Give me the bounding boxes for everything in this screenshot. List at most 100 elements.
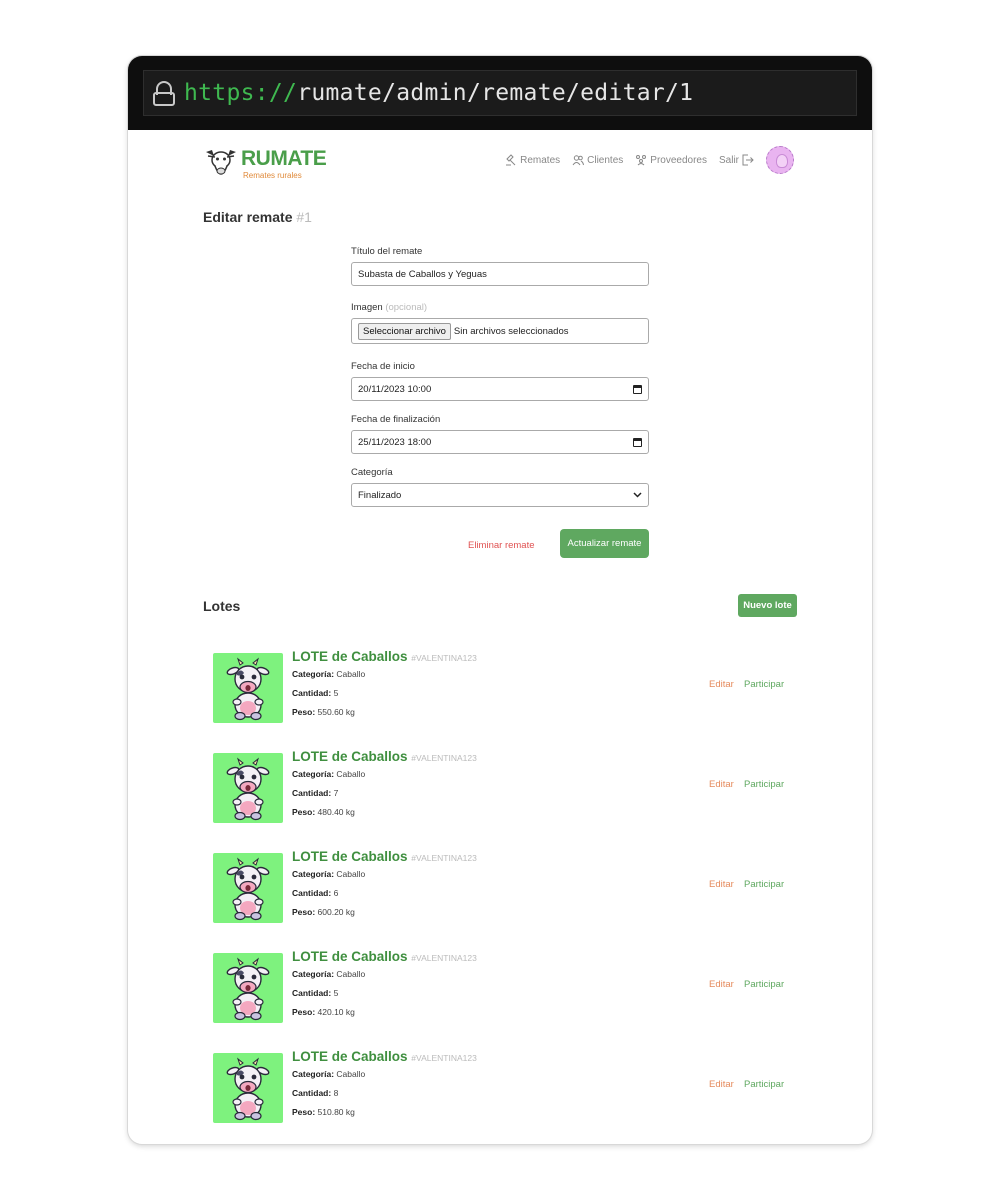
lot-code: #VALENTINA123 xyxy=(411,653,477,663)
lot-quantity: Cantidad: 5 xyxy=(292,988,338,998)
lot-quantity-value: 7 xyxy=(333,788,339,798)
lot-category: Categoría: Caballo xyxy=(292,769,365,779)
lot-title: LOTE de Caballos #VALENTINA123 xyxy=(292,949,477,964)
image-field-group: Imagen (opcional) Seleccionar archivo Si… xyxy=(351,302,649,344)
lot-quantity-value: 5 xyxy=(333,688,339,698)
start-date-field-group: Fecha de inicio 20/11/2023 10:00 xyxy=(351,361,649,401)
nav-salir[interactable]: Salir xyxy=(719,146,754,174)
lots-heading: Lotes xyxy=(203,598,241,614)
lot-edit-link[interactable]: Editar xyxy=(709,679,734,690)
lot-edit-link[interactable]: Editar xyxy=(709,779,734,790)
lot-category-value: Caballo xyxy=(336,869,366,879)
page-title-text: Editar remate xyxy=(203,209,293,225)
lot-weight-value: 510.80 kg xyxy=(317,1107,355,1117)
url-path: rumate/admin/remate/editar/1 xyxy=(297,80,694,106)
select-file-button[interactable]: Seleccionar archivo xyxy=(358,322,451,340)
lot-weight-value: 550.60 kg xyxy=(317,707,355,717)
lot-image xyxy=(213,1053,283,1123)
lot-quantity: Cantidad: 7 xyxy=(292,788,338,798)
category-field-group: Categoría Finalizado xyxy=(351,467,649,507)
start-date-input[interactable]: 20/11/2023 10:00 xyxy=(351,377,649,401)
nav-remates[interactable]: Remates xyxy=(505,146,560,174)
nav-remates-label: Remates xyxy=(520,154,561,166)
end-date-value: 25/11/2023 18:00 xyxy=(358,436,432,448)
lot-weight-value: 600.20 kg xyxy=(317,907,355,917)
lot-category-key: Categoría: xyxy=(292,869,335,879)
lot-title: LOTE de Caballos #VALENTINA123 xyxy=(292,649,477,664)
cow-mascot-icon xyxy=(213,657,283,723)
lot-quantity-key: Cantidad: xyxy=(292,788,332,798)
lot-code: #VALENTINA123 xyxy=(411,953,477,963)
lot-weight: Peso: 420.10 kg xyxy=(292,1007,355,1017)
lot-weight-key: Peso: xyxy=(292,1107,316,1117)
cow-logo-icon xyxy=(206,150,236,175)
update-auction-button[interactable]: Actualizar remate xyxy=(560,529,649,558)
lot-image xyxy=(213,953,283,1023)
category-label: Categoría xyxy=(351,467,393,478)
lot-weight: Peso: 480.40 kg xyxy=(292,807,355,817)
lot-participate-link[interactable]: Participar xyxy=(744,1079,784,1090)
lot-edit-link[interactable]: Editar xyxy=(709,1079,734,1090)
nav-salir-label: Salir xyxy=(718,154,739,166)
cow-mascot-icon xyxy=(213,957,283,1023)
lot-item: LOTE de Caballos #VALENTINA123 Categoría:… xyxy=(213,849,797,923)
image-file-input[interactable]: Seleccionar archivo Sin archivos selecci… xyxy=(351,318,649,344)
calendar-icon[interactable] xyxy=(633,437,642,447)
address-bar[interactable]: https://rumate/admin/remate/editar/1 xyxy=(143,70,857,116)
lot-edit-link[interactable]: Editar xyxy=(709,979,734,990)
category-value: Finalizado xyxy=(358,489,402,501)
lot-weight: Peso: 600.20 kg xyxy=(292,907,355,917)
lot-participate-link[interactable]: Participar xyxy=(744,779,784,790)
url-scheme: https:// xyxy=(184,80,298,106)
lot-category-value: Caballo xyxy=(336,669,366,679)
cow-mascot-icon xyxy=(213,757,283,823)
end-date-input[interactable]: 25/11/2023 18:00 xyxy=(351,430,649,454)
lot-quantity: Cantidad: 8 xyxy=(292,1088,338,1098)
gavel-icon xyxy=(506,154,516,166)
image-label: Imagen (opcional) xyxy=(351,302,649,313)
chevron-down-icon xyxy=(633,492,642,498)
start-date-label: Fecha de inicio xyxy=(351,361,415,372)
nav-proveedores[interactable]: Proveedores xyxy=(635,146,707,174)
delete-auction-link[interactable]: Eliminar remate xyxy=(468,540,535,551)
lot-code: #VALENTINA123 xyxy=(411,753,477,763)
lot-edit-link[interactable]: Editar xyxy=(709,879,734,890)
category-select[interactable]: Finalizado xyxy=(351,483,649,507)
lot-name: LOTE de Caballos xyxy=(292,849,408,864)
logo[interactable]: RUMATE Remates rurales xyxy=(202,144,327,184)
lot-item: LOTE de Caballos #VALENTINA123 Categoría:… xyxy=(213,1049,797,1123)
lot-category: Categoría: Caballo xyxy=(292,669,365,679)
file-status: Sin archivos seleccionados xyxy=(453,325,569,337)
browser-window: https://rumate/admin/remate/editar/1 RUM… xyxy=(128,56,872,1144)
calendar-icon[interactable] xyxy=(633,384,642,394)
lot-name: LOTE de Caballos xyxy=(292,749,408,764)
lot-title: LOTE de Caballos #VALENTINA123 xyxy=(292,1049,477,1064)
lot-name: LOTE de Caballos xyxy=(292,1049,408,1064)
lot-image xyxy=(213,853,283,923)
new-lot-button[interactable]: Nuevo lote xyxy=(738,594,797,617)
title-input[interactable]: Subasta de Caballos y Yeguas xyxy=(351,262,649,286)
user-avatar[interactable] xyxy=(766,146,794,174)
users-icon xyxy=(572,155,585,166)
lot-weight: Peso: 550.60 kg xyxy=(292,707,355,717)
lot-code: #VALENTINA123 xyxy=(411,853,477,863)
lot-weight-key: Peso: xyxy=(292,907,316,917)
lot-weight-key: Peso: xyxy=(292,807,316,817)
lot-image xyxy=(213,653,283,723)
lot-participate-link[interactable]: Participar xyxy=(744,979,784,990)
title-label: Título del remate xyxy=(351,246,423,257)
lot-title: LOTE de Caballos #VALENTINA123 xyxy=(292,749,477,764)
lot-category: Categoría: Caballo xyxy=(292,869,365,879)
nav-clientes[interactable]: Clientes xyxy=(572,146,623,174)
nav-clientes-label: Clientes xyxy=(587,154,624,166)
lot-code: #VALENTINA123 xyxy=(411,1053,477,1063)
title-input-value: Subasta de Caballos y Yeguas xyxy=(358,268,487,280)
lot-weight-value: 420.10 kg xyxy=(317,1007,355,1017)
start-date-value: 20/11/2023 10:00 xyxy=(358,383,432,395)
lot-title: LOTE de Caballos #VALENTINA123 xyxy=(292,849,477,864)
lot-participate-link[interactable]: Participar xyxy=(744,679,784,690)
lot-quantity-value: 8 xyxy=(333,1088,339,1098)
lot-participate-link[interactable]: Participar xyxy=(744,879,784,890)
page-title: Editar remate #1 xyxy=(203,209,312,225)
lot-weight-value: 480.40 kg xyxy=(317,807,355,817)
